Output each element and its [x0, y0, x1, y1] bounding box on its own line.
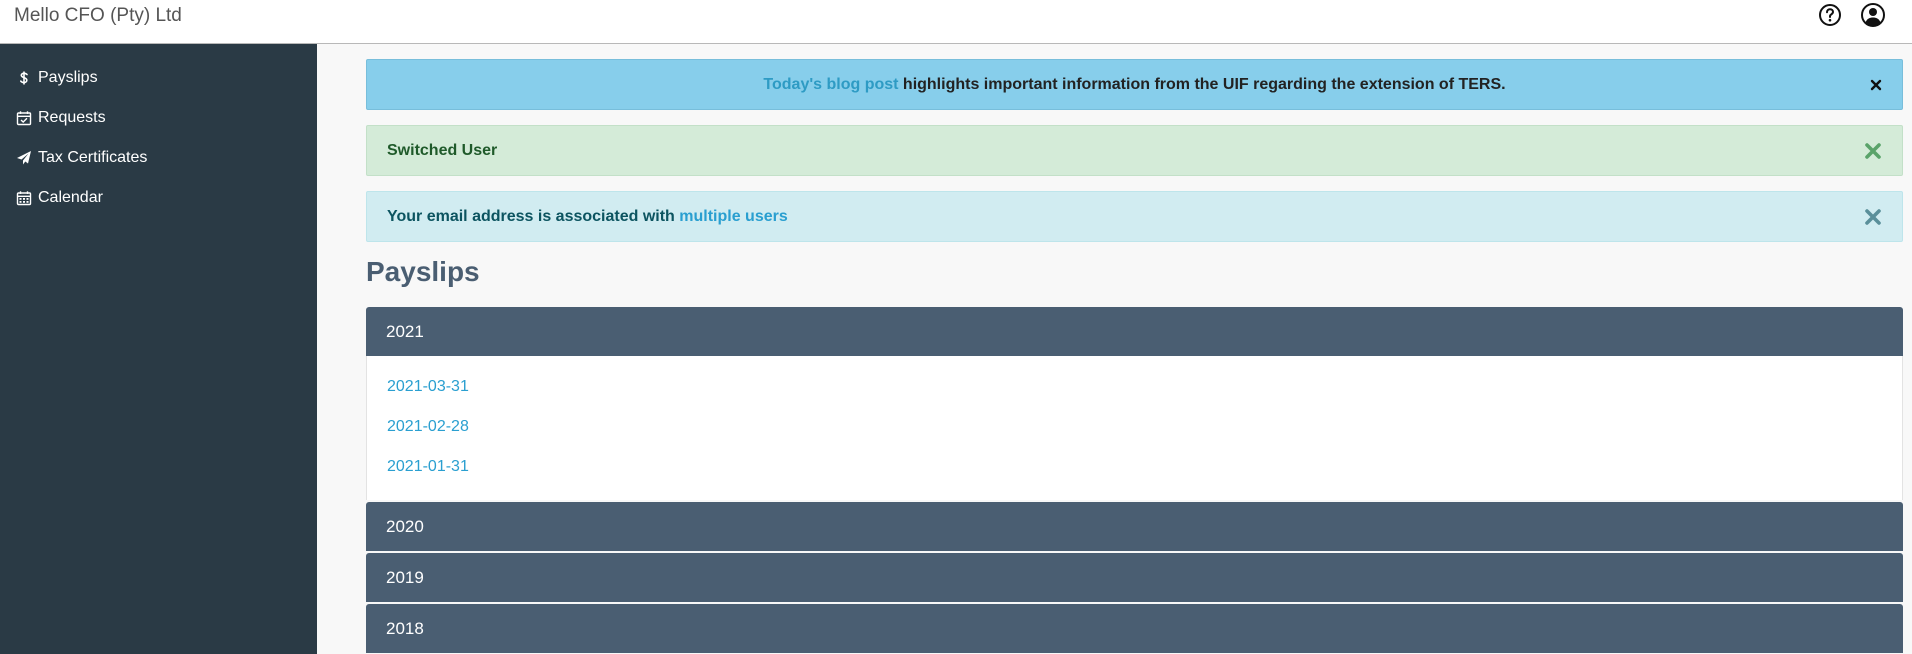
year-header-2018[interactable]: 2018: [366, 604, 1903, 653]
user-circle-icon[interactable]: [1860, 2, 1886, 28]
blog-post-link[interactable]: Today's blog post: [763, 76, 898, 93]
sidebar-item-calendar[interactable]: Calendar: [16, 183, 103, 213]
company-name[interactable]: Mello CFO (Pty) Ltd: [14, 5, 182, 27]
year-header-2021[interactable]: 2021: [366, 307, 1903, 356]
year-label: 2020: [386, 516, 424, 536]
multiple-users-text: Your email address is associated with: [387, 207, 680, 225]
switched-user-alert: Switched User: [366, 125, 1903, 176]
close-icon[interactable]: [1864, 208, 1882, 226]
sidebar-item-label: Requests: [38, 109, 106, 126]
blog-alert: Today's blog post highlights important i…: [366, 59, 1903, 110]
sidebar: Payslips Requests Tax Certificates Calen…: [0, 44, 317, 654]
blog-alert-message: Today's blog post highlights important i…: [763, 76, 1505, 94]
sidebar-item-requests[interactable]: Requests: [16, 103, 106, 133]
switched-user-text: Switched User: [387, 141, 498, 159]
close-icon[interactable]: [1870, 79, 1882, 91]
paper-plane-icon: [17, 151, 31, 165]
year-label: 2018: [386, 618, 424, 638]
sidebar-item-label: Tax Certificates: [38, 149, 148, 166]
multiple-users-message: Your email address is associated with mu…: [387, 208, 788, 226]
year-header-2019[interactable]: 2019: [366, 553, 1903, 602]
sidebar-item-label: Payslips: [38, 69, 98, 86]
blog-alert-text: highlights important information from th…: [898, 75, 1506, 93]
main-content: Today's blog post highlights important i…: [317, 44, 1912, 654]
sidebar-item-label: Calendar: [38, 189, 103, 206]
calendar-icon: [16, 191, 32, 206]
year-label: 2021: [386, 321, 424, 341]
year-header-2020[interactable]: 2020: [366, 502, 1903, 551]
question-circle-icon[interactable]: [1817, 2, 1843, 28]
top-bar: Mello CFO (Pty) Ltd: [0, 0, 1912, 44]
sidebar-item-tax-certificates[interactable]: Tax Certificates: [16, 143, 147, 173]
payslip-link[interactable]: 2021-01-31: [387, 458, 469, 476]
page-title: Payslips: [366, 256, 480, 287]
payslip-link[interactable]: 2021-03-31: [387, 378, 469, 396]
close-icon[interactable]: [1864, 142, 1882, 160]
dollar-icon: [20, 71, 28, 85]
sidebar-item-payslips[interactable]: Payslips: [16, 63, 98, 93]
payslip-link[interactable]: 2021-02-28: [387, 418, 469, 436]
calendar-check-icon: [16, 111, 32, 126]
multiple-users-alert: Your email address is associated with mu…: [366, 191, 1903, 242]
year-panel-2021: 2021-03-31 2021-02-28 2021-01-31: [366, 356, 1903, 500]
multiple-users-link[interactable]: multiple users: [679, 208, 787, 225]
year-label: 2019: [386, 567, 424, 587]
